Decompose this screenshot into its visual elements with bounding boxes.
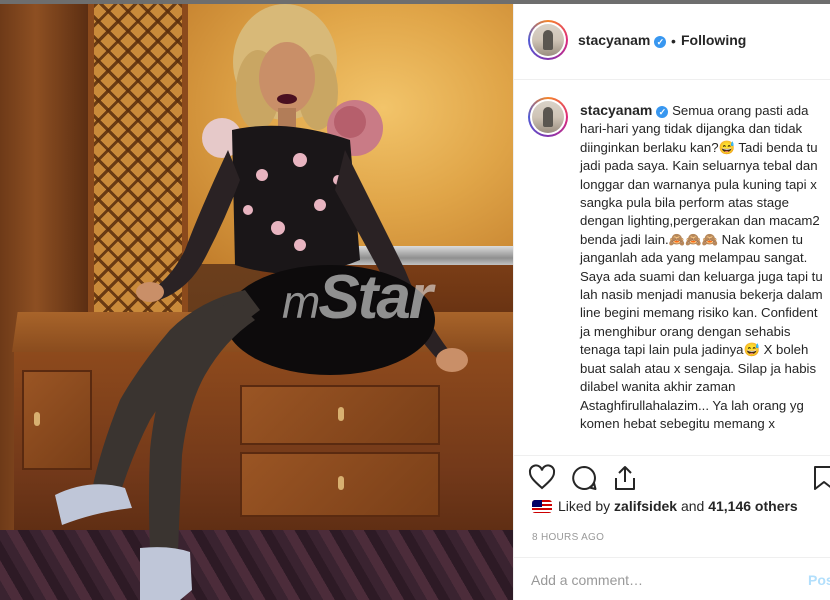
- mstar-watermark: mStar: [282, 263, 433, 332]
- post-comment-button[interactable]: Pos: [808, 572, 830, 588]
- bookmark-icon[interactable]: [810, 464, 830, 492]
- liker-username[interactable]: zalifsidek: [614, 498, 677, 514]
- post-caption: stacyanam ✓ Semua orang pasti ada hari-ha…: [580, 101, 826, 433]
- caption-text: Semua orang pasti ada hari-hari yang tid…: [580, 103, 823, 431]
- post-photo[interactable]: mStar: [0, 0, 513, 600]
- liker-avatar-icon: [532, 500, 552, 513]
- likes-count[interactable]: 41,146 others: [708, 498, 798, 514]
- comment-icon[interactable]: [570, 464, 598, 492]
- caption-area: stacyanam ✓ Semua orang pasti ada hari-ha…: [514, 81, 830, 455]
- avatar-image: [532, 101, 564, 133]
- post-timestamp[interactable]: 8 HOURS AGO: [532, 532, 604, 543]
- action-bar: [514, 455, 830, 500]
- browser-top-strip: [0, 0, 830, 4]
- avatar-image: [532, 24, 564, 56]
- separator-dot: •: [671, 33, 676, 49]
- comment-input[interactable]: [531, 570, 771, 590]
- verified-badge-icon: ✓: [656, 106, 669, 118]
- post-sidebar: stacyanam ✓ • Following stacyanam ✓ Semua …: [513, 4, 830, 600]
- post-header: stacyanam ✓ • Following: [514, 4, 830, 80]
- avatar[interactable]: [528, 20, 568, 60]
- following-button[interactable]: Following: [681, 32, 746, 48]
- heart-icon[interactable]: [528, 464, 556, 492]
- share-icon[interactable]: [611, 464, 639, 492]
- verified-badge-icon: ✓: [654, 36, 667, 48]
- caption-username[interactable]: stacyanam ✓: [580, 102, 669, 118]
- author-username[interactable]: stacyanam ✓: [578, 32, 667, 48]
- caption-avatar[interactable]: [528, 97, 568, 137]
- comment-box: Pos: [514, 557, 830, 600]
- likes-summary[interactable]: Liked by zalifsidek and 41,146 others: [532, 498, 798, 520]
